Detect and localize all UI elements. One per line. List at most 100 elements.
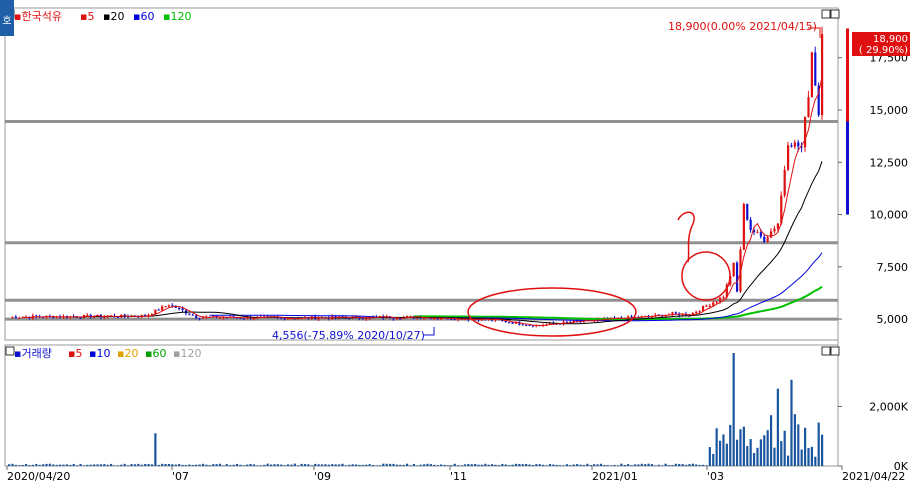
volume-bar bbox=[8, 464, 11, 466]
volume-bar bbox=[348, 464, 351, 466]
price-candle-body bbox=[786, 145, 790, 170]
price-candle-body bbox=[164, 306, 167, 308]
panel-close-icon bbox=[830, 346, 840, 356]
volume-bar bbox=[419, 464, 422, 466]
price-candle-body bbox=[399, 318, 402, 320]
volume-bar bbox=[749, 439, 752, 466]
price-candle-body bbox=[735, 262, 739, 292]
volume-bar bbox=[106, 464, 109, 466]
x-tick-label: '03 bbox=[707, 470, 724, 482]
price-candle-body bbox=[157, 309, 160, 311]
volume-bar bbox=[501, 463, 504, 466]
volume-bar bbox=[317, 464, 320, 466]
volume-bar bbox=[283, 465, 286, 466]
volume-bar bbox=[725, 443, 728, 466]
volume-bar bbox=[429, 464, 433, 466]
price-candle-body bbox=[793, 142, 796, 147]
volume-bar bbox=[385, 463, 388, 466]
volume-bar bbox=[191, 465, 194, 466]
volume-bar bbox=[800, 449, 803, 466]
volume-bar bbox=[494, 464, 497, 466]
volume-bar bbox=[341, 463, 344, 466]
price-candle-body bbox=[361, 318, 364, 320]
volume-bar bbox=[701, 464, 705, 466]
price-candle-body bbox=[188, 313, 191, 315]
volume-bar bbox=[11, 463, 14, 466]
side-tab-button[interactable]: 호 bbox=[0, 0, 14, 36]
price-candle-body bbox=[715, 301, 718, 303]
volume-bar bbox=[337, 464, 341, 466]
high-annotation: 18,900(0.00% 2021/04/15) bbox=[668, 20, 817, 33]
volume-bar bbox=[314, 463, 317, 466]
panel-window-icon bbox=[821, 346, 831, 356]
volume-bar bbox=[562, 465, 565, 466]
volume-bar bbox=[766, 430, 769, 466]
volume-bar bbox=[620, 463, 623, 466]
price-candle-body bbox=[718, 297, 722, 302]
volume-bar bbox=[616, 465, 620, 466]
price-candle-body bbox=[766, 237, 769, 242]
current-price-value: 18,900 bbox=[873, 34, 908, 45]
volume-bar bbox=[463, 464, 467, 466]
volume-bar bbox=[35, 463, 38, 466]
volume-bar bbox=[86, 464, 89, 466]
volume-bar bbox=[786, 455, 790, 466]
price-candle-body bbox=[821, 34, 824, 116]
price-candle-body bbox=[195, 315, 198, 319]
price-candle-body bbox=[18, 317, 21, 319]
price-candle-body bbox=[525, 324, 528, 326]
volume-bar bbox=[691, 463, 694, 466]
volume-bar bbox=[793, 414, 796, 466]
volume-bar bbox=[290, 464, 293, 466]
volume-bar bbox=[409, 465, 412, 466]
volume-bar bbox=[661, 465, 664, 466]
price-candle-body bbox=[698, 311, 701, 313]
volume-bar bbox=[565, 464, 569, 466]
price-candle-body bbox=[242, 318, 245, 320]
price-candle-body bbox=[286, 318, 290, 320]
price-tick-label: 5,000 bbox=[877, 313, 909, 326]
volume-legend-ma: ▪5 bbox=[68, 347, 82, 360]
volume-bar bbox=[14, 464, 18, 466]
volume-bar bbox=[327, 464, 330, 466]
volume-bar bbox=[637, 464, 640, 466]
price-tick-label: 10,000 bbox=[870, 209, 909, 222]
volume-bar bbox=[698, 464, 701, 466]
price-candle-body bbox=[708, 305, 711, 307]
price-candle-body bbox=[756, 232, 759, 234]
volume-bar bbox=[382, 463, 385, 466]
volume-bar bbox=[531, 465, 535, 466]
low-annotation: 4,556(-75.89% 2020/10/27) bbox=[272, 329, 425, 342]
volume-bar bbox=[467, 463, 470, 466]
volume-bar bbox=[542, 464, 545, 466]
volume-bar bbox=[354, 464, 358, 466]
volume-bar bbox=[242, 465, 245, 466]
volume-bar bbox=[133, 464, 137, 466]
volume-bar bbox=[759, 439, 762, 466]
volume-bar bbox=[511, 464, 514, 466]
price-candle-body bbox=[759, 232, 762, 237]
volume-bar bbox=[21, 464, 24, 466]
volume-bar bbox=[589, 465, 592, 466]
price-tick-label: 15,000 bbox=[870, 104, 909, 117]
volume-bar bbox=[28, 465, 31, 466]
price-candle-body bbox=[797, 142, 800, 147]
volume-bar bbox=[361, 464, 364, 466]
volume-bar bbox=[371, 464, 375, 466]
volume-bar bbox=[504, 464, 507, 466]
volume-bar bbox=[579, 464, 582, 466]
volume-bar bbox=[586, 463, 589, 466]
price-legend-ma: ▪60 bbox=[133, 10, 154, 23]
volume-bar bbox=[508, 465, 511, 466]
volume-bar bbox=[365, 464, 368, 466]
volume-bar bbox=[460, 465, 463, 466]
volume-bar bbox=[392, 463, 395, 466]
volume-bar bbox=[259, 465, 262, 466]
volume-bar bbox=[137, 463, 140, 466]
volume-bar bbox=[184, 465, 188, 466]
volume-bar bbox=[25, 464, 28, 466]
volume-bar bbox=[647, 463, 650, 466]
volume-bar bbox=[266, 463, 269, 466]
volume-bar bbox=[545, 465, 548, 466]
volume-bar bbox=[116, 465, 120, 466]
